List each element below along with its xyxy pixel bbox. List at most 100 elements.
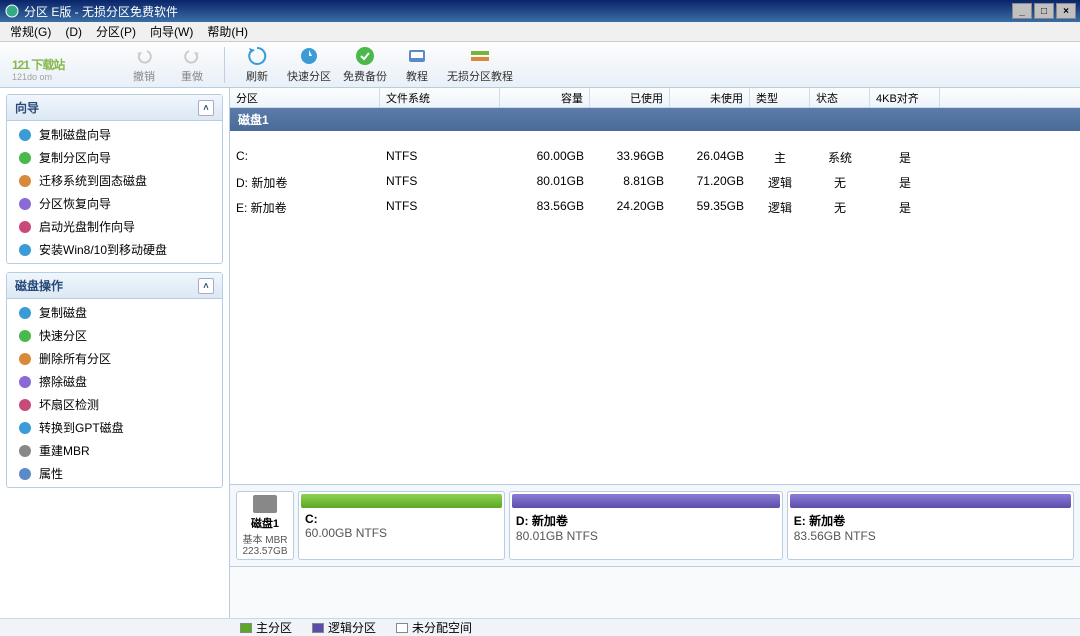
- toolbar-label: 无损分区教程: [447, 68, 513, 84]
- table-cell: 是: [870, 197, 940, 218]
- column-header[interactable]: 已使用: [590, 88, 670, 107]
- maximize-button[interactable]: □: [1034, 3, 1054, 19]
- backup-button[interactable]: 免费备份: [339, 44, 391, 86]
- refresh-icon: [246, 45, 268, 67]
- ops-panel-title: 磁盘操作: [15, 277, 63, 294]
- fast-partition-button[interactable]: 快速分区: [283, 44, 335, 86]
- sidebar-item[interactable]: 复制磁盘: [7, 301, 222, 324]
- sidebar-item[interactable]: 复制分区向导: [7, 146, 222, 169]
- column-header[interactable]: 状态: [810, 88, 870, 107]
- sidebar-item[interactable]: 迁移系统到固态磁盘: [7, 169, 222, 192]
- column-header[interactable]: 类型: [750, 88, 810, 107]
- item-label: 转换到GPT磁盘: [39, 419, 124, 436]
- table-cell: 59.35GB: [670, 197, 750, 218]
- legend-swatch: [240, 623, 252, 633]
- sidebar-item[interactable]: 擦除磁盘: [7, 370, 222, 393]
- table-row[interactable]: D: 新加卷NTFS80.01GB8.81GB71.20GB逻辑无是: [230, 170, 1080, 195]
- menu-item[interactable]: 常规(G): [4, 21, 57, 42]
- sidebar-item[interactable]: 转换到GPT磁盘: [7, 416, 222, 439]
- table-cell: 系统: [810, 147, 870, 168]
- main-area: 分区文件系统容量已使用未使用类型状态4KB对齐 磁盘1 C:NTFS60.00GB…: [230, 88, 1080, 618]
- legend-bar: 主分区逻辑分区未分配空间: [0, 618, 1080, 636]
- collapse-button[interactable]: ˄: [198, 100, 214, 116]
- item-icon: [17, 173, 33, 189]
- item-label: 重建MBR: [39, 442, 90, 459]
- collapse-button[interactable]: ˄: [198, 278, 214, 294]
- column-header[interactable]: 分区: [230, 88, 380, 107]
- toolbar-label: 撤销: [133, 68, 155, 84]
- table-cell: 26.04GB: [670, 147, 750, 168]
- item-icon: [17, 466, 33, 482]
- disk-size: 223.57GB: [242, 546, 287, 557]
- disk-type: 基本 MBR: [243, 531, 288, 546]
- column-header[interactable]: 文件系统: [380, 88, 500, 107]
- minimize-button[interactable]: _: [1012, 3, 1032, 19]
- menu-item[interactable]: 帮助(H): [201, 21, 254, 42]
- disk-info[interactable]: 磁盘1 基本 MBR 223.57GB: [236, 491, 294, 560]
- redo-icon: [181, 45, 203, 67]
- item-icon: [17, 351, 33, 367]
- partition-box[interactable]: E: 新加卷 83.56GB NTFS: [787, 491, 1074, 560]
- table-cell: 83.56GB: [500, 197, 590, 218]
- partition-box[interactable]: C: 60.00GB NTFS: [298, 491, 505, 560]
- wizard-panel: 向导 ˄ 复制磁盘向导复制分区向导迁移系统到固态磁盘分区恢复向导启动光盘制作向导…: [6, 94, 223, 264]
- refresh-button[interactable]: 刷新: [235, 44, 279, 86]
- table-row[interactable]: E: 新加卷NTFS83.56GB24.20GB59.35GB逻辑无是: [230, 195, 1080, 220]
- item-label: 启动光盘制作向导: [39, 218, 135, 235]
- table-cell: E: 新加卷: [230, 197, 380, 218]
- item-icon: [17, 242, 33, 258]
- item-label: 复制磁盘向导: [39, 126, 111, 143]
- sidebar-item[interactable]: 删除所有分区: [7, 347, 222, 370]
- partition-size: 60.00GB NTFS: [305, 526, 387, 540]
- table-cell: 24.20GB: [590, 197, 670, 218]
- toolbar: 121 下载站 121do om 撤销重做刷新快速分区免费备份教程无损分区教程: [0, 42, 1080, 88]
- undo-icon: [133, 45, 155, 67]
- table-cell: 逻辑: [750, 197, 810, 218]
- disk-map: 磁盘1 基本 MBR 223.57GB C: 60.00GB NTFS D: 新…: [230, 484, 1080, 566]
- table-cell: 无: [810, 197, 870, 218]
- partition-box[interactable]: D: 新加卷 80.01GB NTFS: [509, 491, 783, 560]
- sidebar-item[interactable]: 坏扇区检测: [7, 393, 222, 416]
- tutorial-button[interactable]: 教程: [395, 44, 439, 86]
- column-header[interactable]: 容量: [500, 88, 590, 107]
- fast-partition-icon: [298, 45, 320, 67]
- sidebar-item[interactable]: 分区恢复向导: [7, 192, 222, 215]
- legend-swatch: [396, 623, 408, 633]
- table-cell: 33.96GB: [590, 147, 670, 168]
- menu-item[interactable]: 分区(P): [90, 21, 142, 42]
- ops-panel: 磁盘操作 ˄ 复制磁盘快速分区删除所有分区擦除磁盘坏扇区检测转换到GPT磁盘重建…: [6, 272, 223, 488]
- window-title: 分区 E版 - 无损分区免费软件: [24, 3, 1012, 20]
- table-row[interactable]: C:NTFS60.00GB33.96GB26.04GB主系统是: [230, 145, 1080, 170]
- sidebar-item[interactable]: 安装Win8/10到移动硬盘: [7, 238, 222, 261]
- table-cell: D: 新加卷: [230, 172, 380, 193]
- legend-swatch: [312, 623, 324, 633]
- close-button[interactable]: ×: [1056, 3, 1076, 19]
- table-cell: 71.20GB: [670, 172, 750, 193]
- toolbar-label: 教程: [406, 68, 428, 84]
- menu-item[interactable]: 向导(W): [144, 21, 199, 42]
- table-cell: NTFS: [380, 197, 500, 218]
- partition-bar: [790, 494, 1071, 508]
- legend-item: 逻辑分区: [312, 619, 376, 636]
- menu-item[interactable]: (D): [59, 23, 88, 41]
- titlebar: 分区 E版 - 无损分区免费软件 _ □ ×: [0, 0, 1080, 22]
- sidebar-item[interactable]: 启动光盘制作向导: [7, 215, 222, 238]
- partition-bar: [301, 494, 502, 508]
- lossless-tutorial-button[interactable]: 无损分区教程: [443, 44, 517, 86]
- sidebar-item[interactable]: 快速分区: [7, 324, 222, 347]
- table-cell: 逻辑: [750, 172, 810, 193]
- column-header[interactable]: 4KB对齐: [870, 88, 940, 107]
- item-icon: [17, 397, 33, 413]
- column-header[interactable]: 未使用: [670, 88, 750, 107]
- undo-button[interactable]: 撤销: [122, 44, 166, 86]
- sidebar-item[interactable]: 复制磁盘向导: [7, 123, 222, 146]
- sidebar-item[interactable]: 属性: [7, 462, 222, 485]
- item-label: 擦除磁盘: [39, 373, 87, 390]
- redo-button[interactable]: 重做: [170, 44, 214, 86]
- item-label: 坏扇区检测: [39, 396, 99, 413]
- disk-group-row[interactable]: 磁盘1: [230, 108, 1080, 131]
- sidebar-item[interactable]: 重建MBR: [7, 439, 222, 462]
- toolbar-label: 快速分区: [287, 68, 331, 84]
- disk-name: 磁盘1: [251, 515, 279, 531]
- item-icon: [17, 150, 33, 166]
